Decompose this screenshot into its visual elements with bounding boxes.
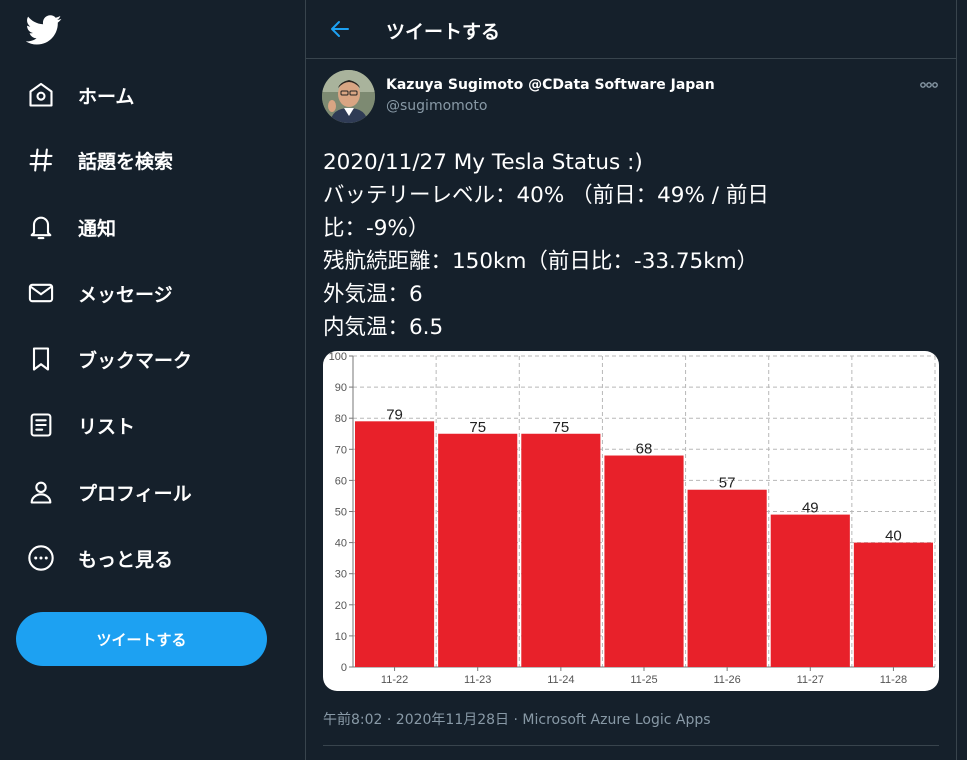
sidebar-item-bookmarks[interactable]: ブックマーク	[26, 339, 192, 379]
list-icon	[26, 410, 56, 440]
mail-icon	[26, 278, 56, 308]
main-column: ツイートする Kazuya Sugimoto @CData Software J…	[306, 0, 957, 760]
author-name[interactable]: Kazuya Sugimoto @CData Software Japan	[386, 77, 715, 93]
sidebar-item-label: 通知	[78, 217, 117, 240]
y-tick-label: 40	[335, 538, 347, 550]
bar	[521, 433, 601, 667]
tweet-text-line: 比：-9%）	[323, 216, 430, 241]
profile-icon	[26, 477, 56, 507]
sidebar-item-lists[interactable]: リスト	[26, 405, 135, 445]
x-tick-label: 11-27	[797, 674, 824, 686]
tweet-timestamp[interactable]: 午前8:02 · 2020年11月28日 · Microsoft Azure L…	[323, 709, 711, 729]
y-tick-label: 100	[329, 351, 347, 363]
tweet-text-line: バッテリーレベル：40% （前日：49% / 前日	[323, 183, 769, 208]
more-options-icon[interactable]	[918, 76, 940, 94]
tweet-image-chart[interactable]: 0 10 20 30 40 50 60 70 80 90 100 79 11-22 75 11-23 75 11…	[323, 351, 939, 691]
bar	[355, 421, 435, 667]
bar	[438, 433, 518, 667]
y-tick-label: 90	[335, 382, 347, 394]
y-tick-label: 30	[335, 569, 347, 581]
data-label: 75	[553, 419, 570, 436]
y-tick-label: 0	[341, 662, 347, 674]
data-label: 68	[636, 441, 653, 458]
tweet-text-line: 2020/11/27 My Tesla Status :)	[323, 150, 643, 175]
data-label: 75	[469, 419, 486, 436]
tweet-text-line: 内気温：6.5	[323, 315, 444, 340]
y-tick-label: 80	[335, 413, 347, 425]
y-tick-label: 70	[335, 444, 347, 456]
bar	[604, 455, 684, 667]
divider	[323, 745, 939, 746]
tweet-button[interactable]: ツイートする	[16, 612, 267, 666]
sidebar-item-label: ホーム	[78, 85, 135, 108]
data-label: 40	[885, 528, 902, 545]
more-circle-icon	[26, 543, 56, 573]
bell-icon	[26, 212, 56, 242]
y-tick-label: 50	[335, 507, 347, 519]
y-tick-label: 20	[335, 600, 347, 612]
x-tick-label: 11-22	[381, 674, 408, 686]
bar	[687, 489, 767, 667]
sidebar-item-messages[interactable]: メッセージ	[26, 273, 173, 313]
avatar[interactable]	[322, 70, 375, 123]
sidebar-item-notifications[interactable]: 通知	[26, 207, 116, 247]
x-tick-label: 11-26	[713, 674, 740, 686]
twitter-logo-icon[interactable]	[25, 12, 62, 48]
tweet-text-line: 残航続距離：150km（前日比：-33.75km）	[323, 249, 759, 274]
y-tick-label: 60	[335, 475, 347, 487]
home-icon	[26, 80, 56, 110]
sidebar-item-home[interactable]: ホーム	[26, 75, 134, 115]
author-handle[interactable]: @sugimomoto	[386, 98, 487, 114]
data-label: 49	[802, 500, 819, 517]
sidebar-item-label: もっと見る	[78, 548, 174, 571]
page-header: ツイートする	[306, 0, 957, 59]
x-tick-label: 11-23	[464, 674, 491, 686]
back-arrow-icon[interactable]	[328, 17, 352, 41]
data-label: 57	[719, 475, 736, 492]
x-tick-label: 11-25	[630, 674, 657, 686]
sidebar-item-profile[interactable]: プロフィール	[26, 472, 192, 512]
tweet-text: 2020/11/27 My Tesla Status :) バッテリーレベル：4…	[323, 146, 843, 344]
x-tick-label: 11-24	[547, 674, 574, 686]
sidebar-item-explore[interactable]: 話題を検索	[26, 140, 173, 180]
bar	[853, 542, 933, 667]
sidebar-item-label: メッセージ	[78, 283, 173, 306]
bookmark-icon	[26, 344, 56, 374]
sidebar-item-more[interactable]: もっと見る	[26, 538, 173, 578]
y-tick-label: 10	[335, 631, 347, 643]
sidebar-item-label: リスト	[78, 415, 136, 438]
battery-bar-chart: 0 10 20 30 40 50 60 70 80 90 100 79 11-22 75 11-23 75 11…	[329, 351, 936, 686]
sidebar-item-label: プロフィール	[78, 482, 192, 505]
sidebar-item-label: ブックマーク	[78, 349, 193, 372]
sidebar-item-label: 話題を検索	[78, 150, 174, 173]
hashtag-icon	[26, 145, 56, 175]
tweet-text-line: 外気温：6	[323, 282, 423, 307]
x-tick-label: 11-28	[880, 674, 907, 686]
sidebar: ホーム 話題を検索 通知 メッセージ ブックマーク リスト プロフィール もっと…	[0, 0, 306, 760]
page-title: ツイートする	[386, 21, 501, 43]
bar	[770, 514, 850, 667]
data-label: 79	[386, 406, 403, 423]
